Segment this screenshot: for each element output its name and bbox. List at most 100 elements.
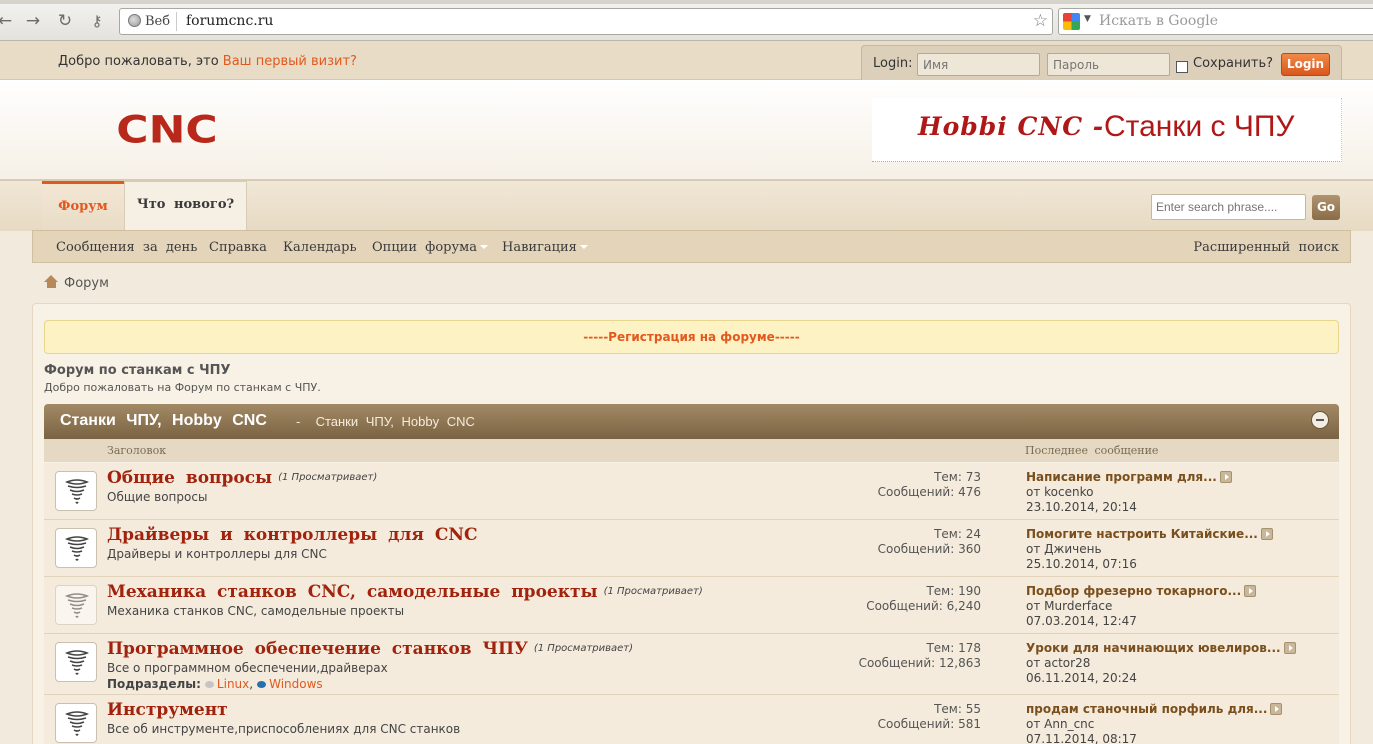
- last-post-author[interactable]: от Джичень: [1026, 542, 1273, 557]
- forum-row: Механика станков CNC, самодельные проект…: [44, 577, 1339, 634]
- site-search-input[interactable]: [1151, 194, 1306, 220]
- viewing-count: (1 Просматривает): [603, 586, 703, 597]
- last-post-title[interactable]: Написание программ для...: [1026, 470, 1217, 484]
- login-button[interactable]: Login: [1281, 53, 1330, 76]
- go-to-post-icon[interactable]: [1270, 703, 1283, 715]
- browser-toolbar: ← → ↻ ⚷ Веб forumcnc.ru ☆ ▼ Искать в Goo…: [0, 0, 1373, 41]
- last-post-title[interactable]: продам станочный порфиль для...: [1026, 702, 1267, 716]
- category-separator: -: [296, 414, 301, 429]
- bookmark-star-icon[interactable]: ☆: [1033, 11, 1048, 31]
- last-post-title[interactable]: Помогите настроить Китайские...: [1026, 527, 1258, 541]
- browser-search-bar[interactable]: ▼ Искать в Google: [1058, 8, 1373, 35]
- banner-hobbi-text: Hobbi CNC -: [918, 112, 1105, 141]
- browser-search-placeholder[interactable]: Искать в Google: [1099, 13, 1218, 29]
- login-label: Login:: [873, 56, 913, 71]
- home-icon[interactable]: [44, 275, 59, 288]
- first-visit-link[interactable]: Ваш первый визит?: [223, 54, 357, 69]
- cnc-logo[interactable]: CNC: [42, 110, 292, 150]
- last-post: Подбор фрезерно токарного... от Murderfac…: [1026, 584, 1257, 629]
- site-identity-label: Веб: [145, 14, 171, 29]
- key-icon[interactable]: ⚷: [86, 10, 108, 32]
- forum-link[interactable]: Программное обеспечение станков ЧПУ: [107, 639, 528, 659]
- go-to-post-icon[interactable]: [1283, 642, 1296, 654]
- last-post-author[interactable]: от Murderface: [1026, 599, 1256, 614]
- go-to-post-icon[interactable]: [1244, 585, 1257, 597]
- forum-stats: Тем: 190 Сообщений: 6,240: [866, 584, 981, 614]
- remember-checkbox[interactable]: [1176, 61, 1188, 73]
- nav-navigation[interactable]: Навигация: [502, 240, 588, 255]
- last-post-author[interactable]: от Ann_cnc: [1026, 717, 1282, 732]
- forum-name-line: Драйверы и контроллеры для CNC: [107, 525, 477, 545]
- topic-count: Тем: 190: [926, 584, 981, 598]
- column-header: Заголовок Последнее сообщение: [44, 439, 1339, 462]
- forum-link[interactable]: Инструмент: [107, 700, 228, 720]
- subforum-link-windows[interactable]: Windows: [269, 677, 323, 691]
- nav-advanced-search[interactable]: Расширенный поиск: [1193, 240, 1339, 255]
- post-count: Сообщений: 581: [877, 717, 981, 731]
- nav-help[interactable]: Справка: [209, 240, 267, 255]
- last-post: продам станочный порфиль для... от Ann_cn…: [1026, 702, 1283, 744]
- last-post-author[interactable]: от actor28: [1026, 656, 1296, 671]
- column-last-post: Последнее сообщение: [1025, 444, 1159, 457]
- subforum-link-linux[interactable]: Linux: [217, 677, 249, 691]
- tab-whats-new[interactable]: Что нового?: [124, 181, 247, 231]
- go-to-post-icon[interactable]: [1219, 471, 1232, 483]
- nav-forum-options[interactable]: Опции форума: [372, 240, 488, 255]
- banner-main-text: Станки с ЧПУ: [1104, 110, 1295, 143]
- topic-count: Тем: 73: [934, 470, 981, 484]
- engine-dropdown-icon[interactable]: ▼: [1084, 14, 1091, 24]
- welcome-text: Добро пожаловать, это: [58, 54, 219, 69]
- topic-count: Тем: 178: [926, 641, 981, 655]
- viewing-count: (1 Просматривает): [533, 643, 634, 654]
- header-banner[interactable]: Hobbi CNC - Станки с ЧПУ: [872, 98, 1342, 162]
- subforum-separator: ,: [249, 677, 254, 691]
- registration-notice[interactable]: -----Регистрация на форуме-----: [44, 320, 1339, 354]
- forum-status-icon: [55, 585, 97, 625]
- topic-count: Тем: 24: [934, 527, 981, 541]
- forum-description: Драйверы и контроллеры для CNC: [107, 547, 327, 561]
- viewing-count: (1 Просматривает): [278, 472, 378, 483]
- category-description: - Станки ЧПУ, Hobby CNC: [296, 414, 475, 429]
- forum-status-icon: [55, 642, 97, 682]
- collapse-icon[interactable]: [1311, 411, 1329, 429]
- category-header: Станки ЧПУ, Hobby CNC - Станки ЧПУ, Hobb…: [44, 404, 1339, 439]
- forum-bubble-icon: [257, 681, 267, 688]
- last-post-date: 06.11.2014, 20:24: [1026, 671, 1137, 685]
- url-text[interactable]: forumcnc.ru: [186, 13, 273, 29]
- site-identity[interactable]: Веб: [124, 12, 178, 31]
- forum-row: Общие вопросы (1 Просматривает) Общие вопр…: [44, 463, 1339, 520]
- forum-status-icon: [55, 471, 97, 511]
- login-form: Login: Сохранить? Login: [861, 45, 1342, 81]
- go-to-post-icon[interactable]: [1260, 528, 1273, 540]
- google-icon[interactable]: [1063, 13, 1080, 30]
- nav-todays-posts[interactable]: Сообщения за день: [56, 240, 197, 255]
- sub-nav: Сообщения за день Справка Календарь Опци…: [32, 230, 1351, 263]
- address-bar[interactable]: Веб forumcnc.ru ☆: [119, 8, 1053, 35]
- reload-icon[interactable]: ↻: [54, 10, 76, 32]
- nav-navigation-label: Навигация: [502, 240, 577, 255]
- nav-forum-options-label: Опции форума: [372, 240, 477, 255]
- back-icon[interactable]: ←: [0, 10, 16, 32]
- topic-count: Тем: 55: [934, 702, 981, 716]
- username-field[interactable]: [917, 53, 1040, 76]
- remember-label: Сохранить?: [1193, 56, 1274, 71]
- nav-calendar[interactable]: Календарь: [283, 240, 357, 255]
- forum-row: Программное обеспечение станков ЧПУ (1 Пр…: [44, 634, 1339, 695]
- last-post-title[interactable]: Уроки для начинающих ювелиров...: [1026, 641, 1281, 655]
- last-post: Уроки для начинающих ювелиров... от actor…: [1026, 641, 1296, 686]
- forum-description: Общие вопросы: [107, 490, 208, 504]
- forum-description: Все об инструменте,приспособлениях для C…: [107, 722, 461, 736]
- search-go-button[interactable]: Go: [1312, 195, 1340, 220]
- breadcrumb-forum[interactable]: Форум: [64, 276, 109, 291]
- last-post-title[interactable]: Подбор фрезерно токарного...: [1026, 584, 1241, 598]
- forum-link[interactable]: Механика станков CNC, самодельные проект…: [107, 582, 598, 602]
- forward-icon[interactable]: →: [22, 10, 44, 32]
- last-post-author[interactable]: от kocenko: [1026, 485, 1232, 500]
- forum-description: Добро пожаловать на Форум по станкам с Ч…: [44, 381, 321, 394]
- tab-forum[interactable]: Форум: [42, 181, 124, 231]
- forum-link[interactable]: Драйверы и контроллеры для CNC: [107, 525, 477, 545]
- password-field[interactable]: [1047, 53, 1170, 76]
- category-title[interactable]: Станки ЧПУ, Hobby CNC: [60, 412, 267, 430]
- forum-link[interactable]: Общие вопросы: [107, 468, 272, 488]
- post-count: Сообщений: 360: [877, 542, 981, 556]
